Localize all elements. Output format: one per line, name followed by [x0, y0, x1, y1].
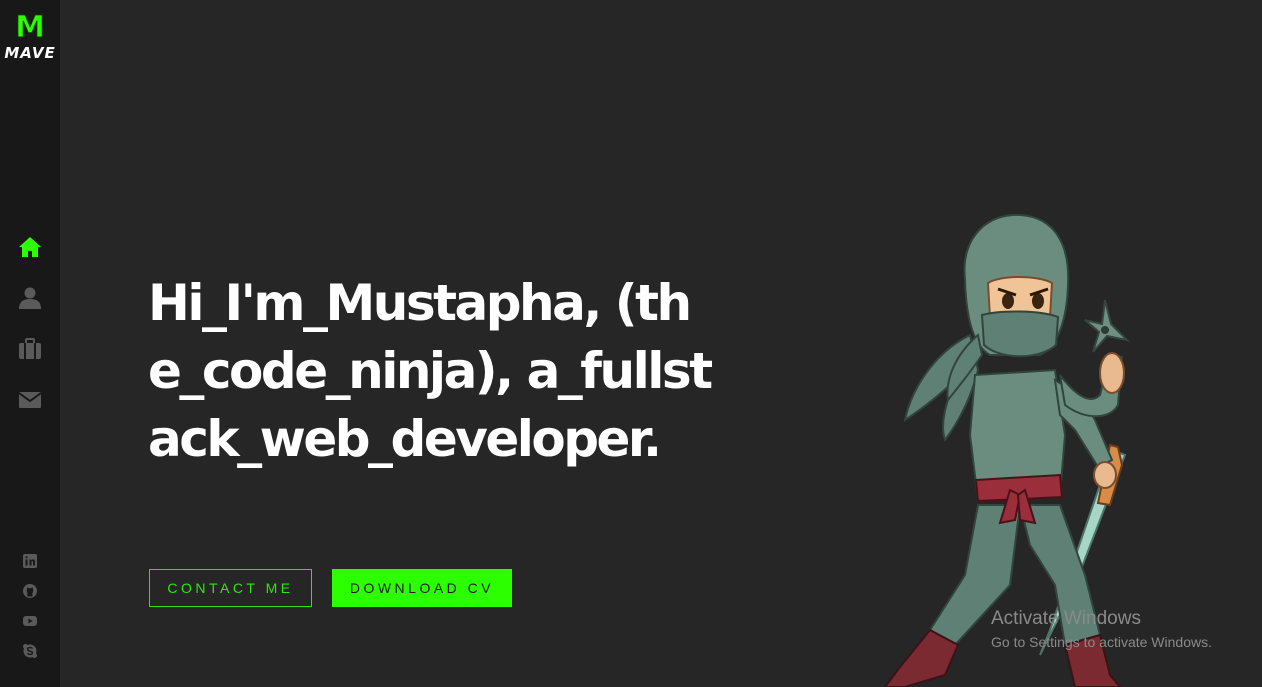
nav-contact[interactable]: [17, 387, 43, 413]
social-skype[interactable]: [22, 643, 38, 659]
watermark-subtitle: Go to Settings to activate Windows.: [991, 634, 1212, 650]
logo-m-icon: M: [15, 10, 45, 42]
download-cv-button[interactable]: DOWNLOAD CV: [332, 569, 512, 607]
briefcase-icon: [19, 338, 41, 359]
svg-text:M: M: [15, 10, 45, 42]
shuriken-icon: [1084, 299, 1131, 353]
hero-headline: Hi_I'm_Mustapha, (the_code_ninja), a_ful…: [148, 274, 713, 468]
sidebar: M MAVE: [0, 0, 60, 687]
logo-text: MAVE: [4, 44, 56, 62]
social-linkedin[interactable]: [22, 553, 38, 569]
windows-activation-watermark: Activate Windows Go to Settings to activ…: [991, 608, 1212, 650]
nav-portfolio[interactable]: [17, 336, 43, 362]
contact-me-button[interactable]: CONTACT ME: [149, 569, 312, 607]
skype-icon: [23, 644, 37, 658]
user-icon: [19, 287, 41, 309]
logo[interactable]: M MAVE: [0, 10, 60, 62]
nav-home[interactable]: [17, 234, 43, 260]
envelope-icon: [18, 392, 42, 408]
social-youtube[interactable]: [22, 613, 38, 629]
home-icon: [19, 237, 41, 257]
social-github[interactable]: [22, 583, 38, 599]
nav-about[interactable]: [17, 285, 43, 311]
youtube-icon: [23, 616, 37, 626]
linkedin-icon: [23, 554, 37, 568]
watermark-title: Activate Windows: [991, 608, 1141, 629]
github-icon: [23, 584, 37, 598]
